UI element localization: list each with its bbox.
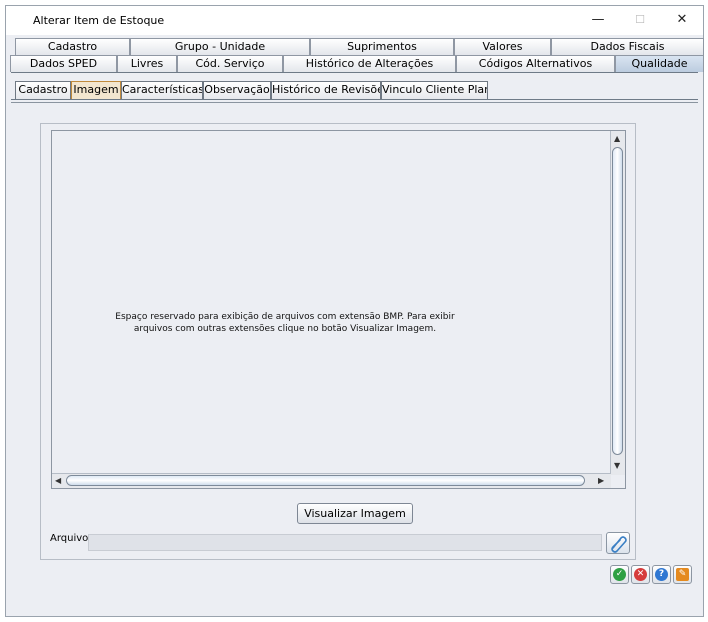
tab-qualidade[interactable]: Qualidade	[615, 55, 704, 72]
tab-valores[interactable]: Valores	[454, 38, 551, 55]
image-viewer: Espaço reservado para exibição de arquiv…	[51, 130, 626, 489]
minimize-button[interactable]: —	[578, 9, 618, 31]
main-window: Alterar Item de Estoque — ☐ ✕ Cadastro G…	[5, 5, 704, 617]
sub-tabs: Cadastro Imagem Características Observaç…	[15, 81, 488, 99]
subtab-vinculo-cliente-plano[interactable]: Vinculo Cliente Plano	[381, 81, 488, 99]
paperclip-icon	[611, 536, 627, 553]
scroll-up-icon[interactable]: ▲	[614, 134, 620, 144]
scroll-right-icon[interactable]: ▶	[598, 476, 604, 486]
cancel-button[interactable]: ✕	[631, 565, 650, 584]
tab-historico-alteracoes[interactable]: Histórico de Alterações	[283, 55, 456, 72]
subtab-separator-2	[11, 102, 698, 103]
subtab-observacao[interactable]: Observação	[203, 81, 271, 99]
tab-grupo-unidade[interactable]: Grupo - Unidade	[130, 38, 310, 55]
main-tabs-row-2: Dados SPED Livres Cód. Serviço Histórico…	[10, 55, 704, 72]
scroll-left-icon[interactable]: ◀	[55, 476, 61, 486]
tab-codigos-alternativos[interactable]: Códigos Alternativos	[456, 55, 615, 72]
vertical-scroll-thumb[interactable]	[612, 147, 623, 455]
tab-dados-sped[interactable]: Dados SPED	[10, 55, 117, 72]
subtab-imagem[interactable]: Imagem	[71, 81, 121, 99]
visualizar-imagem-button[interactable]: Visualizar Imagem	[297, 503, 413, 524]
tab-livres[interactable]: Livres	[117, 55, 177, 72]
help-icon: ?	[655, 568, 668, 581]
subtab-caracteristicas[interactable]: Características	[121, 81, 203, 99]
horizontal-scroll-thumb[interactable]	[66, 475, 585, 486]
arquivo-field[interactable]	[88, 534, 602, 551]
close-button[interactable]: ✕	[662, 9, 702, 31]
title-bar: Alterar Item de Estoque — ☐ ✕	[6, 6, 703, 35]
arquivo-label: Arquivo	[50, 533, 89, 544]
scroll-down-icon[interactable]: ▼	[614, 461, 620, 471]
subtab-historico-revisoes[interactable]: Histórico de Revisões	[271, 81, 381, 99]
tools-button[interactable]: ✎	[673, 565, 692, 584]
confirm-icon: ✓	[613, 568, 626, 581]
help-button[interactable]: ?	[652, 565, 671, 584]
subtab-separator-1	[11, 99, 698, 100]
window-title: Alterar Item de Estoque	[33, 14, 165, 27]
main-tabs-row-1: Cadastro Grupo - Unidade Suprimentos Val…	[15, 38, 704, 55]
tab-cadastro[interactable]: Cadastro	[15, 38, 130, 55]
cancel-icon: ✕	[634, 568, 647, 581]
image-placeholder-message: Espaço reservado para exibição de arquiv…	[115, 312, 455, 334]
confirm-button[interactable]: ✓	[610, 565, 629, 584]
tab-cod-servico[interactable]: Cód. Serviço	[177, 55, 283, 72]
tab-suprimentos[interactable]: Suprimentos	[310, 38, 454, 55]
tab-separator	[11, 72, 698, 73]
tab-dados-fiscais[interactable]: Dados Fiscais	[551, 38, 704, 55]
tools-icon: ✎	[676, 568, 689, 581]
subtab-cadastro[interactable]: Cadastro	[15, 81, 71, 99]
maximize-button[interactable]: ☐	[620, 9, 660, 31]
attach-file-button[interactable]	[606, 532, 630, 554]
vertical-scrollbar[interactable]: ▲ ▼	[610, 131, 625, 475]
horizontal-scrollbar[interactable]: ◀ ▶	[52, 473, 611, 488]
